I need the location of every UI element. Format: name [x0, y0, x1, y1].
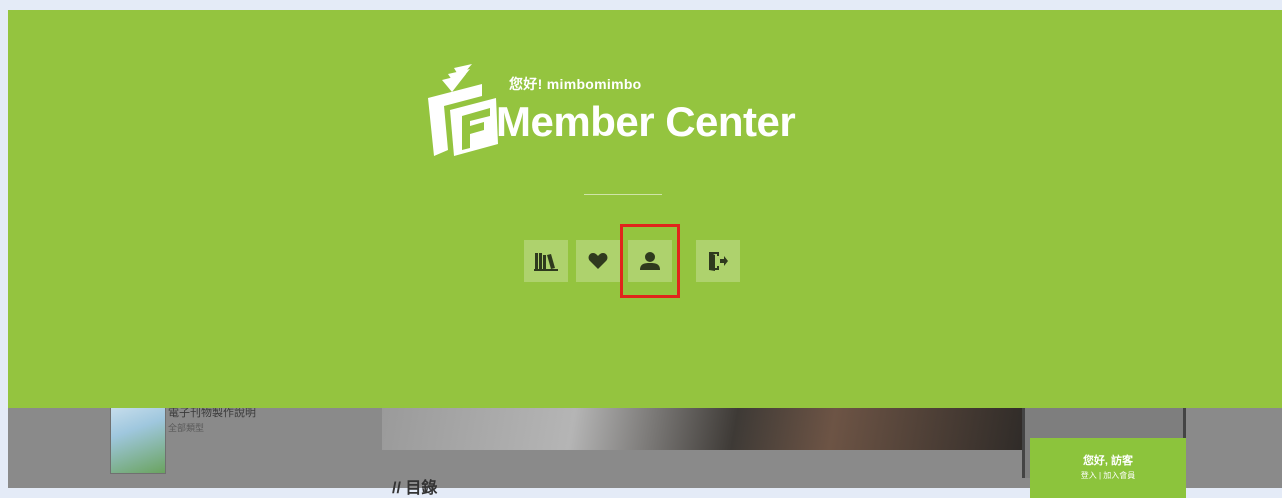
member-center-title: Member Center: [496, 98, 796, 145]
favorites-button[interactable]: [576, 240, 620, 282]
logout-button[interactable]: [696, 240, 740, 282]
ebook-category: 全部類型: [168, 423, 205, 433]
bookshelf-button[interactable]: [524, 240, 568, 282]
guest-login-links[interactable]: 登入 | 加入會員: [1030, 470, 1186, 481]
divider: [584, 194, 662, 195]
member-center-logo: 您好! mimbomimbo Member Center: [420, 64, 860, 164]
heart-icon: [588, 253, 608, 269]
guest-greeting: 您好, 訪客: [1082, 455, 1134, 467]
bookshelf-icon: [534, 253, 558, 271]
guest-login-box: 您好, 訪客 登入 | 加入會員: [1030, 438, 1186, 498]
logout-icon: [709, 252, 728, 271]
ebook-thumbnail[interactable]: [110, 400, 166, 474]
profile-highlight-box: [620, 224, 680, 298]
section-heading: // 目錄: [392, 480, 438, 497]
member-greeting: 您好! mimbomimbo: [509, 76, 642, 92]
